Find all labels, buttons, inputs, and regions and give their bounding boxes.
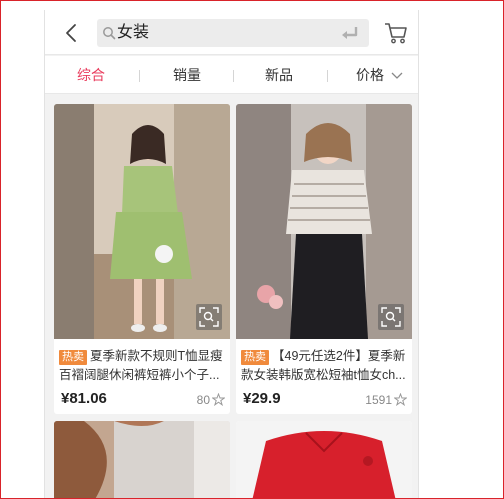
- sort-divider: [327, 70, 328, 82]
- zoom-scan-icon: [381, 307, 401, 327]
- enter-return-icon[interactable]: [341, 25, 359, 41]
- sort-bar: 综合 销量 新品 价格: [45, 56, 418, 94]
- magnifier-icon: [103, 27, 116, 40]
- star-outline-icon[interactable]: [394, 393, 407, 406]
- product-card[interactable]: 热卖 【49元任选2件】夏季新款女装韩版宽松短袖t恤女ch... ¥29.9 15…: [236, 104, 412, 414]
- search-input[interactable]: 女装: [97, 19, 369, 47]
- product-card[interactable]: 热卖 夏季新款不规则T恤显瘦百褶阔腿休闲裤短裤小个子... ¥81.06 80: [54, 104, 230, 414]
- chevron-left-icon: [66, 24, 76, 42]
- shopping-cart-icon: [385, 23, 407, 44]
- product-card-partial[interactable]: [54, 421, 230, 499]
- image-search-button[interactable]: [196, 304, 222, 330]
- sort-divider: [139, 70, 140, 82]
- sort-divider: [233, 70, 234, 82]
- product-price: ¥81.06: [61, 390, 107, 407]
- search-header: 女装: [45, 10, 418, 55]
- product-title[interactable]: 热卖 夏季新款不规则T恤显瘦百褶阔腿休闲裤短裤小个子...: [59, 347, 225, 385]
- product-price: ¥29.9: [243, 390, 281, 407]
- cart-button[interactable]: [383, 20, 409, 46]
- search-query-text: 女装: [117, 24, 150, 41]
- back-button[interactable]: [59, 20, 85, 46]
- product-image[interactable]: [236, 421, 412, 499]
- tab-price[interactable]: 价格: [345, 56, 415, 94]
- mobile-viewport: 女装 综合 销量 新品 价格 热卖 夏季新款不规则T恤显瘦百褶阔腿休闲裤短裤小个…: [44, 10, 419, 499]
- tab-comprehensive[interactable]: 综合: [61, 56, 121, 94]
- tab-price-label: 价格: [356, 67, 385, 83]
- tab-new[interactable]: 新品: [249, 56, 309, 94]
- product-card-partial[interactable]: [236, 421, 412, 499]
- zoom-scan-icon: [199, 307, 219, 327]
- tab-sales[interactable]: 销量: [157, 56, 217, 94]
- hot-badge: 热卖: [59, 350, 87, 365]
- star-outline-icon[interactable]: [212, 393, 225, 406]
- chevron-down-icon: [391, 72, 403, 80]
- product-image[interactable]: [54, 421, 230, 499]
- sales-count: 1591: [365, 393, 392, 407]
- image-search-button[interactable]: [378, 304, 404, 330]
- sales-count: 80: [196, 393, 210, 407]
- hot-badge: 热卖: [241, 350, 269, 365]
- product-title[interactable]: 热卖 【49元任选2件】夏季新款女装韩版宽松短袖t恤女ch...: [241, 347, 407, 385]
